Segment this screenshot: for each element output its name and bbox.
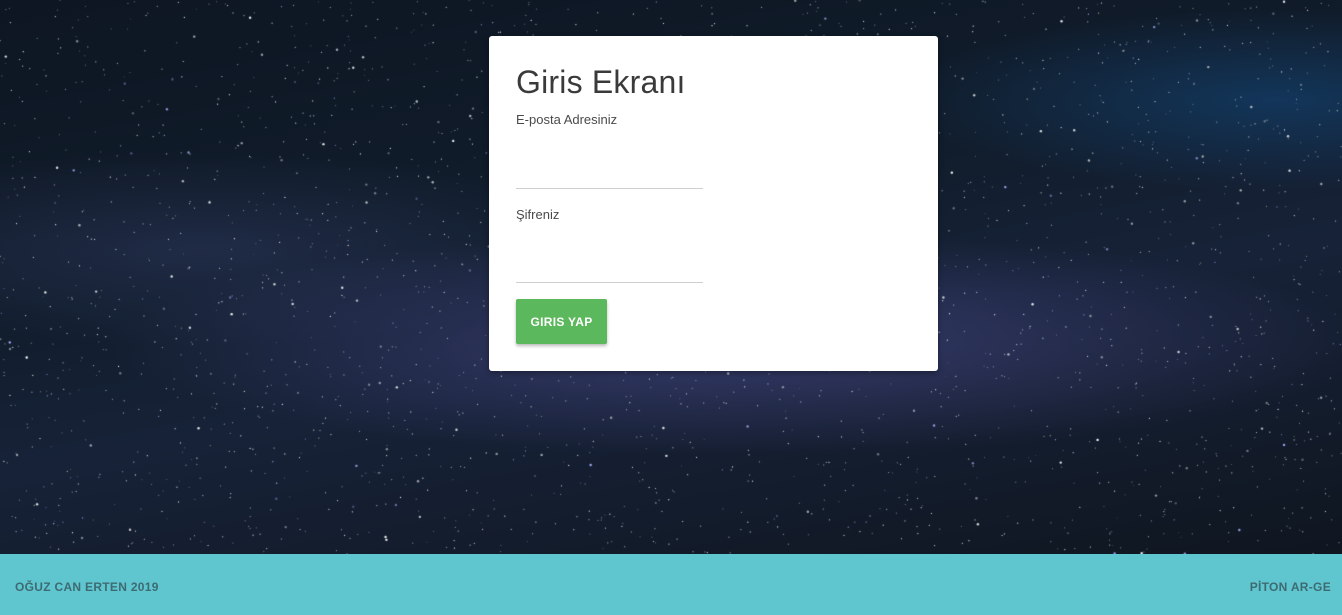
footer-author: OĞUZ CAN ERTEN 2019 bbox=[15, 580, 159, 594]
login-card: Giris Ekranı E-posta Adresiniz Şifreniz … bbox=[489, 36, 938, 371]
email-label: E-posta Adresiniz bbox=[516, 112, 618, 127]
login-button[interactable]: GIRIS YAP bbox=[516, 299, 607, 344]
email-input[interactable] bbox=[516, 162, 703, 189]
password-label: Şifreniz bbox=[516, 207, 560, 222]
footer-company: PİTON AR-GE bbox=[1249, 580, 1331, 594]
footer: OĞUZ CAN ERTEN 2019 PİTON AR-GE bbox=[0, 554, 1342, 615]
login-title: Giris Ekranı bbox=[516, 64, 686, 100]
password-input[interactable] bbox=[516, 256, 703, 283]
